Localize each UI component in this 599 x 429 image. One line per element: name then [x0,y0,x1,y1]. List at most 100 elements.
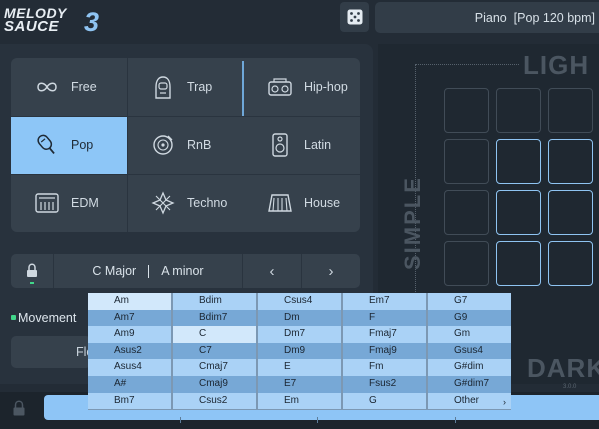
mood-pad-active[interactable] [496,139,541,184]
randomize-dice-button[interactable] [340,2,369,32]
chord-option[interactable]: G#dim [428,359,511,376]
chord-option[interactable]: Gsus4 [428,342,511,360]
chord-option[interactable]: Am7 [88,309,171,327]
flow-button[interactable]: Flo [11,336,93,368]
genre-free-button[interactable]: Free [11,58,127,116]
mood-pad[interactable] [496,88,541,133]
chord-option[interactable]: E7 [258,375,341,393]
chord-option[interactable]: Cmaj9 [173,375,256,393]
chord-option[interactable]: Em [258,392,341,410]
chord-option[interactable]: Dm [258,309,341,327]
genre-edm-button[interactable]: EDM [11,174,127,232]
timeline-scroll-handle[interactable] [592,395,599,420]
lock-icon [27,263,37,277]
mood-pad-active[interactable] [496,190,541,235]
timeline-tick [180,417,181,423]
chord-option[interactable]: Fsus2 [343,375,426,393]
genre-grid: Free Trap Hip-hop Pop RnB Latin EDM Tech… [11,58,360,232]
chord-option[interactable]: G#dim7 [428,375,511,393]
genre-house-button[interactable]: House [244,174,360,232]
piano-keys-icon [264,191,296,215]
chord-option[interactable]: Csus2 [173,392,256,410]
mood-pad[interactable] [444,88,489,133]
genre-label: Pop [71,138,94,152]
timeline-tick [317,417,318,423]
logo-version-number: 3 [84,7,100,37]
mood-pad-active[interactable] [548,139,593,184]
chord-option[interactable]: Fmaj9 [343,342,426,360]
mood-pad[interactable] [444,190,489,235]
chord-column: Bdim Bdim7 C C7 Cmaj7 Cmaj9 Csus2 [173,293,256,410]
chord-column: G7 G9 Gm Gsus4 G#dim G#dim7 Other [428,293,511,410]
mood-pad-active[interactable] [548,190,593,235]
light-axis-label: LIGH [523,50,590,80]
key-selector-bar: C Major A minor ‹ › [11,254,360,288]
chord-column: Csus4 Dm Dm7 Dm9 E E7 Em [258,293,341,410]
chord-option[interactable]: Gm [428,326,511,343]
chord-option[interactable]: A# [88,375,171,393]
chord-option[interactable]: Asus2 [88,342,171,360]
genre-label: House [304,196,341,210]
chord-option[interactable]: C7 [173,342,256,360]
genre-label: Techno [187,196,228,210]
minor-key-label: A minor [161,264,204,278]
chord-option-other[interactable]: Other [428,392,511,410]
chord-option[interactable]: Em7 [343,293,426,310]
key-scale-selector[interactable]: C Major A minor [54,254,242,288]
grid-divider-highlight [242,61,244,116]
chevron-left-icon: ‹ [269,262,275,280]
synth-icon [31,191,63,215]
chord-option[interactable]: G7 [428,293,511,310]
mood-pad[interactable] [444,139,489,184]
genre-techno-button[interactable]: Techno [127,174,243,232]
preset-label: Piano [Pop 120 bpm] [474,11,595,25]
x-star-icon [147,191,179,215]
timeline-lock-button[interactable] [12,400,28,418]
chord-option[interactable]: Am [88,293,171,310]
chord-column: Em7 F Fmaj7 Fmaj9 Fm Fsus2 G [343,293,426,410]
chord-option[interactable]: Fmaj7 [343,326,426,343]
mood-pad-active[interactable] [496,241,541,286]
genre-label: Hip-hop [304,80,348,94]
genre-hiphop-button[interactable]: Hip-hop [244,58,360,116]
major-key-label: C Major [92,264,137,278]
movement-status-indicator [11,315,16,320]
chord-option[interactable]: Fm [343,359,426,376]
vinyl-record-icon [147,133,179,157]
chord-option[interactable]: Dm7 [258,326,341,343]
chord-option[interactable]: Cmaj7 [173,359,256,376]
genre-trap-button[interactable]: Trap [127,58,243,116]
chord-option[interactable]: Asus4 [88,359,171,376]
mood-pad[interactable] [444,241,489,286]
key-prev-button[interactable]: ‹ [243,254,301,288]
chord-option[interactable]: Csus4 [258,293,341,310]
chord-option[interactable]: G9 [428,309,511,327]
genre-label: RnB [187,138,212,152]
mood-pad[interactable] [548,88,593,133]
dark-axis-label: DARK [527,353,599,383]
speaker-icon [264,133,296,157]
genre-label: EDM [71,196,99,210]
chord-option[interactable]: Am9 [88,326,171,343]
key-next-button[interactable]: › [302,254,360,288]
chord-option[interactable]: E [258,359,341,376]
infinity-icon [31,75,63,99]
chord-option[interactable]: Dm9 [258,342,341,360]
melody-sauce-logo: MELODY SAUCE 3 [4,4,104,37]
chord-option[interactable]: Bm7 [88,392,171,410]
genre-rnb-button[interactable]: RnB [127,116,243,174]
mood-pad-active[interactable] [548,241,593,286]
dice-icon [347,9,362,25]
genre-label: Free [71,80,97,94]
lock-status-indicator [30,282,34,284]
preset-selector[interactable]: Piano [Pop 120 bpm] [375,2,599,33]
genre-latin-button[interactable]: Latin [244,116,360,174]
genre-pop-button[interactable]: Pop [11,116,127,174]
submenu-arrow-icon: › [503,397,506,407]
chord-option[interactable]: Bdim [173,293,256,310]
chord-option[interactable]: Bdim7 [173,309,256,327]
movement-label: Movement [18,311,77,325]
chord-option[interactable]: G [343,392,426,410]
chord-option[interactable]: F [343,309,426,327]
chord-option-selected[interactable]: C [173,326,256,343]
